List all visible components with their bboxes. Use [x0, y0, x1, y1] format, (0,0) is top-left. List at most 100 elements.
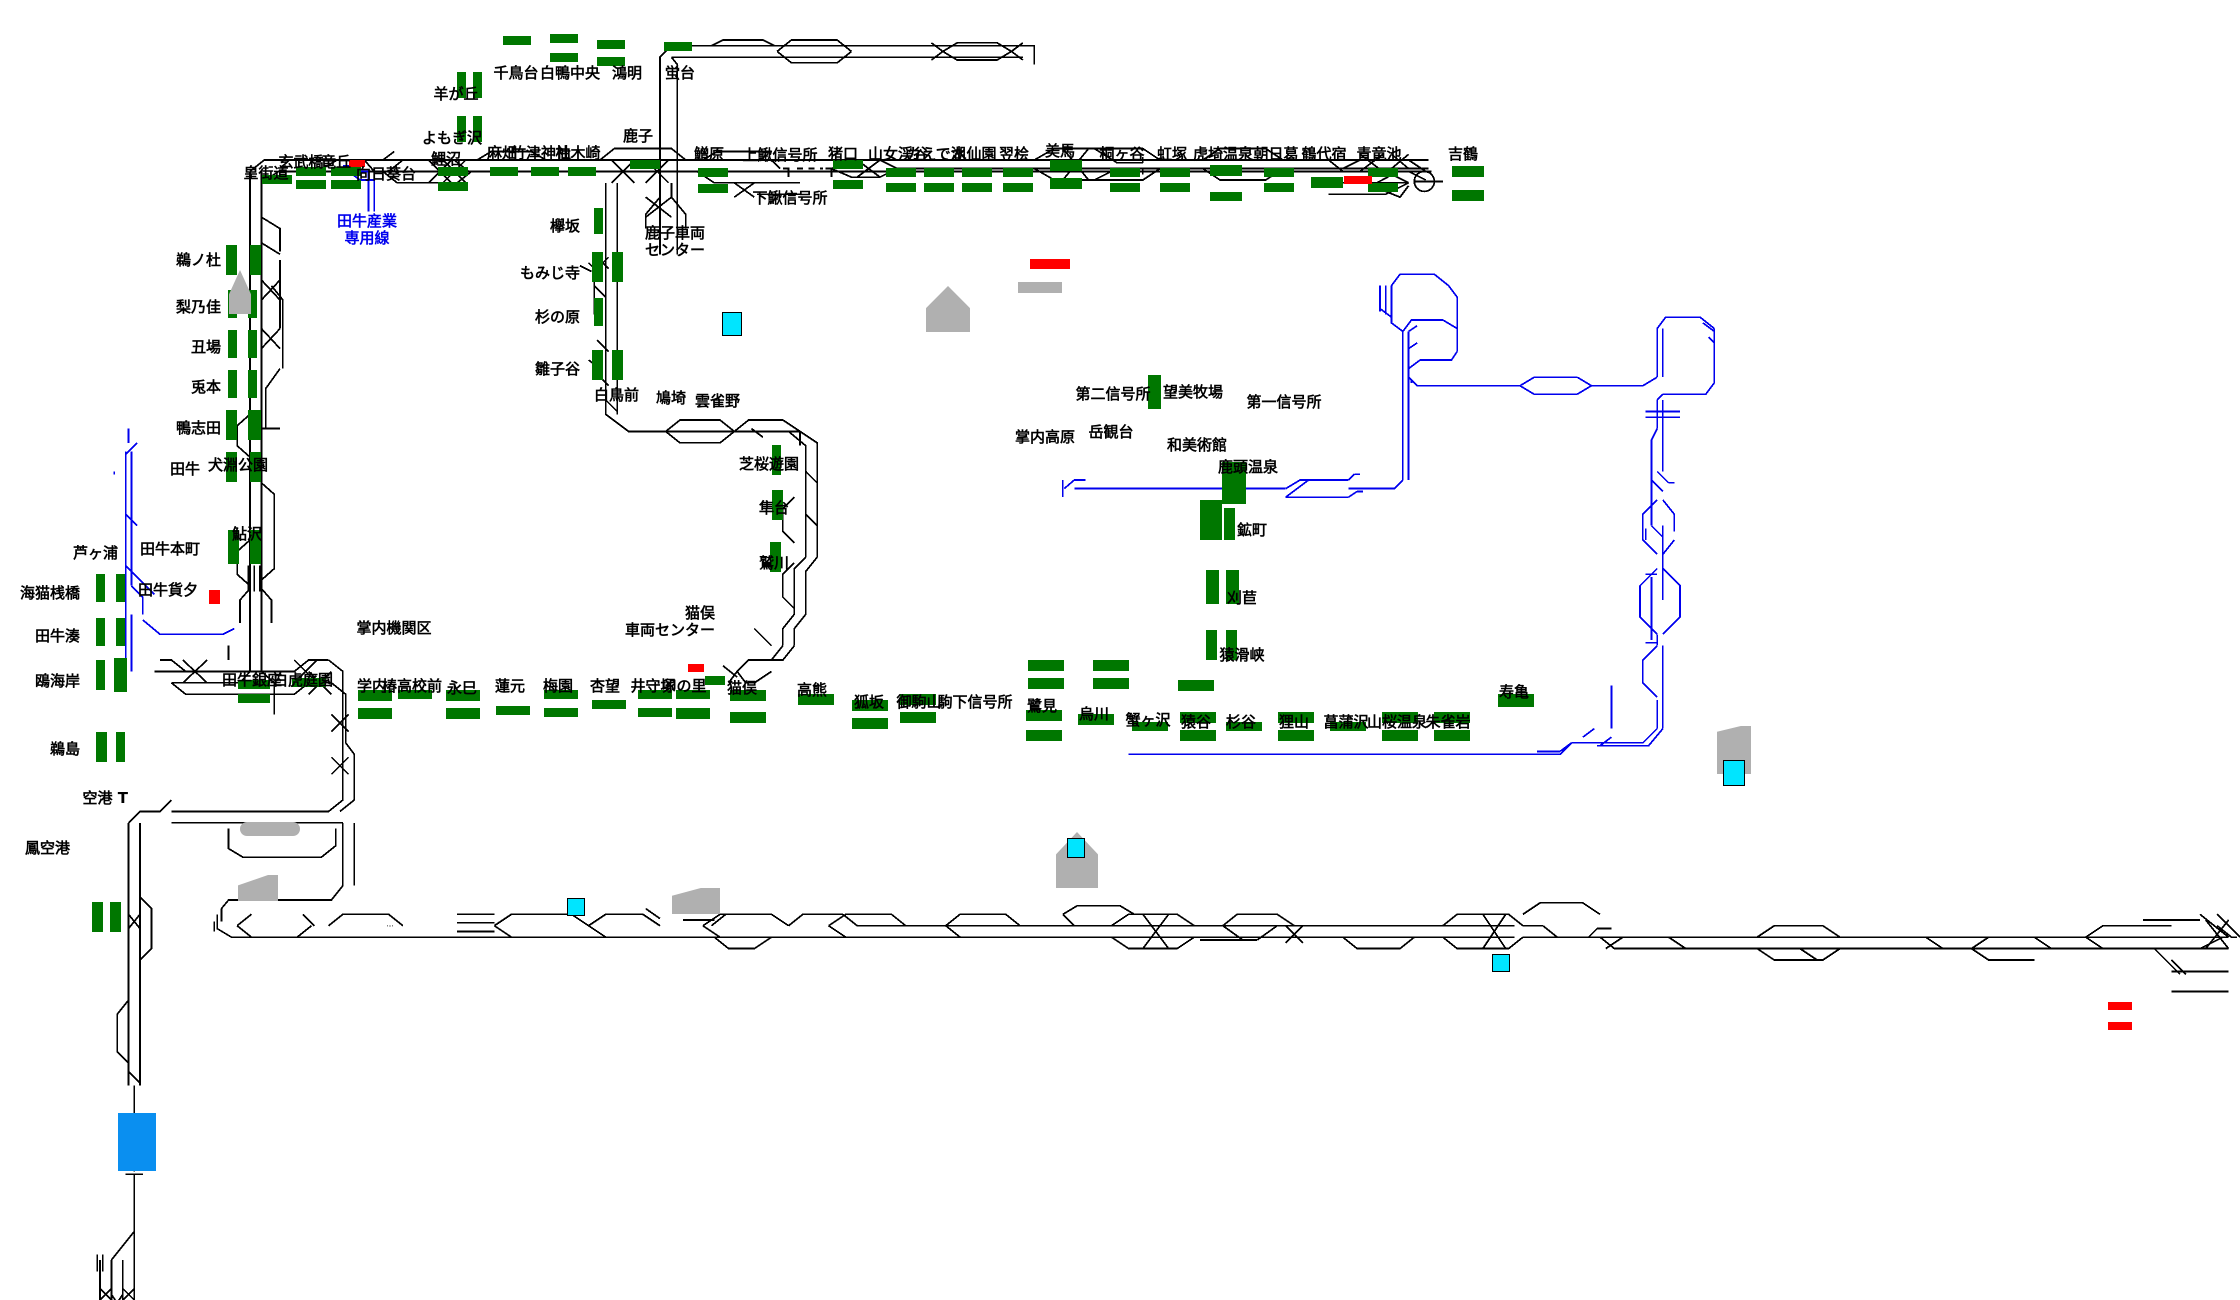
station-label-kuko_t: 空港 T	[82, 789, 128, 807]
platform-h-86	[1093, 660, 1129, 671]
station-label-suisenen: 水仙園	[951, 145, 997, 163]
station-label-mikomayama: 御駒山	[896, 693, 942, 711]
platform-h-5	[664, 42, 692, 51]
station-label-genbubashi: 玄武橋	[278, 153, 324, 171]
station-label-ryugaoka: 竜丘	[320, 153, 352, 171]
station-label-yamazakura_onsen: 山桜温泉	[1366, 713, 1428, 731]
platform-h-23	[886, 183, 916, 192]
platform-v-33	[612, 350, 623, 380]
station-label-suginohara: 杉の原	[534, 308, 580, 326]
station-label-komei: 鴻明	[611, 64, 643, 82]
platform-h-41	[1368, 168, 1398, 177]
platform-h-16	[630, 160, 660, 169]
branch-track-group	[113, 159, 1716, 756]
platform-h-70	[1026, 730, 1062, 741]
platform-h-37	[1210, 192, 1242, 201]
station-label-shobuzawa: 菖蒲沢	[1323, 713, 1369, 731]
station-label-inubuchi_koen: 犬淵公園	[207, 456, 268, 474]
platform-h-1	[550, 34, 578, 43]
platform-v-39	[1206, 570, 1219, 604]
station-label-gakunai_kogen: 掌内高原	[1014, 428, 1076, 446]
station-label-suzakuiwa: 朱雀岩	[1425, 713, 1471, 731]
station-label-kamamachi: 鉱町	[1236, 521, 1268, 539]
platform-h-15	[568, 167, 596, 176]
railcar-marker-1	[722, 312, 742, 336]
station-label-tanuyama: 狸山	[1278, 713, 1310, 731]
platform-h-27	[962, 183, 992, 192]
platform-h-42	[1368, 183, 1398, 192]
gray-platform-tauji-kayu	[240, 822, 300, 836]
station-label-otori_kuko: 鳳空港	[24, 839, 70, 857]
station-label-asahikazura: 朝日葛	[1253, 145, 1299, 163]
railcar-marker-4	[1723, 760, 1745, 786]
station-label-kanigazawa: 蟹ヶ沢	[1125, 711, 1171, 729]
station-label-nekomata_shayo: 猫俣 車両センター	[624, 604, 715, 639]
station-label-nijitsuka: 虹塚	[1156, 145, 1188, 163]
platform-h-19	[698, 184, 728, 193]
station-label-kotobukigame: 寿亀	[1498, 683, 1530, 701]
platform-v-22	[96, 660, 105, 690]
platform-h-56	[592, 700, 626, 709]
station-label-kichizuru: 吉鶴	[1447, 145, 1479, 163]
platform-h-77	[1278, 730, 1314, 741]
platform-v-20	[96, 618, 105, 646]
platform-h-55	[544, 708, 578, 717]
platform-v-25	[116, 732, 125, 762]
platform-h-87	[1093, 678, 1129, 689]
platform-h-49	[358, 708, 392, 719]
red-marker-shishihara	[1030, 259, 1070, 269]
station-label-byakko_teien: 白虎庭園	[272, 671, 334, 689]
station-label-hibarino: 雲雀野	[694, 392, 740, 410]
red-marker-3	[1344, 176, 1372, 184]
platform-h-66	[852, 718, 888, 729]
station-label-kanoko: 鹿子	[622, 127, 654, 145]
station-label-seiryuike: 青竜池	[1356, 145, 1402, 163]
platform-h-34	[1160, 168, 1190, 177]
platform-h-25	[924, 183, 954, 192]
station-label-torasaki_onsen: 虎埼温泉	[1192, 145, 1254, 163]
platform-v-4	[226, 245, 237, 275]
red-marker-kotobukigame-2	[2108, 1022, 2132, 1030]
platform-h-35	[1160, 183, 1190, 192]
station-label-saginomi: 鷺見	[1026, 697, 1058, 715]
platform-h-26	[962, 168, 992, 177]
station-label-ushiba: 丑場	[190, 338, 221, 356]
station-label-tsurushiro_juku: 鶴代宿	[1301, 145, 1347, 163]
railcar-marker-3	[1492, 954, 1510, 972]
station-label-mima: 美馬	[1044, 142, 1076, 160]
station-label-umineko_sanbashi: 海猫桟橋	[19, 584, 80, 602]
annotation-tauji_sangyo_line: 田牛産業 専用線	[336, 212, 398, 247]
station-label-wa_bijutsukan: 和美術館	[1166, 436, 1228, 454]
station-label-kami_kajika_sig: 上鰍信号所	[742, 146, 818, 164]
platform-h-39	[1264, 183, 1294, 192]
platform-v-12	[226, 410, 237, 440]
station-label-daiichi_sig: 第一信号所	[1246, 393, 1322, 411]
red-marker-1	[209, 590, 220, 604]
platform-h-21	[833, 180, 863, 189]
station-label-takakuma: 高熊	[796, 681, 828, 699]
gray-siding-shishihara	[1018, 282, 1062, 293]
platform-h-82	[1434, 730, 1470, 741]
station-label-hatozaki: 鳩埼	[655, 389, 686, 407]
platform-h-28	[1003, 168, 1033, 177]
station-label-anzubo: 杏望	[589, 677, 621, 695]
platform-v-23	[114, 658, 127, 692]
station-label-tauji_honmachi: 田牛本町	[139, 540, 200, 558]
station-label-hotarudai: 蛍台	[664, 64, 696, 82]
platform-h-11	[438, 167, 468, 176]
station-label-shikashira_onsen: 鹿頭温泉	[1217, 458, 1279, 476]
station-label-kamome_kaigan: 鴎海岸	[34, 672, 80, 690]
platform-v-18	[96, 574, 105, 602]
station-label-shibazakura_yuen: 芝桜遊園	[738, 455, 799, 473]
platform-h-38	[1264, 168, 1294, 177]
platform-v-19	[116, 574, 125, 602]
platform-h-13	[490, 167, 518, 176]
platform-v-21	[116, 618, 125, 646]
platform-h-58	[638, 708, 672, 717]
platform-h-68	[900, 712, 936, 723]
station-label-shirakamo_chuo: 白鴨中央	[539, 64, 601, 82]
platform-h-14	[531, 167, 559, 176]
station-label-nashinoka: 梨乃佳	[175, 298, 221, 316]
platform-h-52	[446, 708, 480, 719]
platform-h-3	[597, 40, 625, 49]
